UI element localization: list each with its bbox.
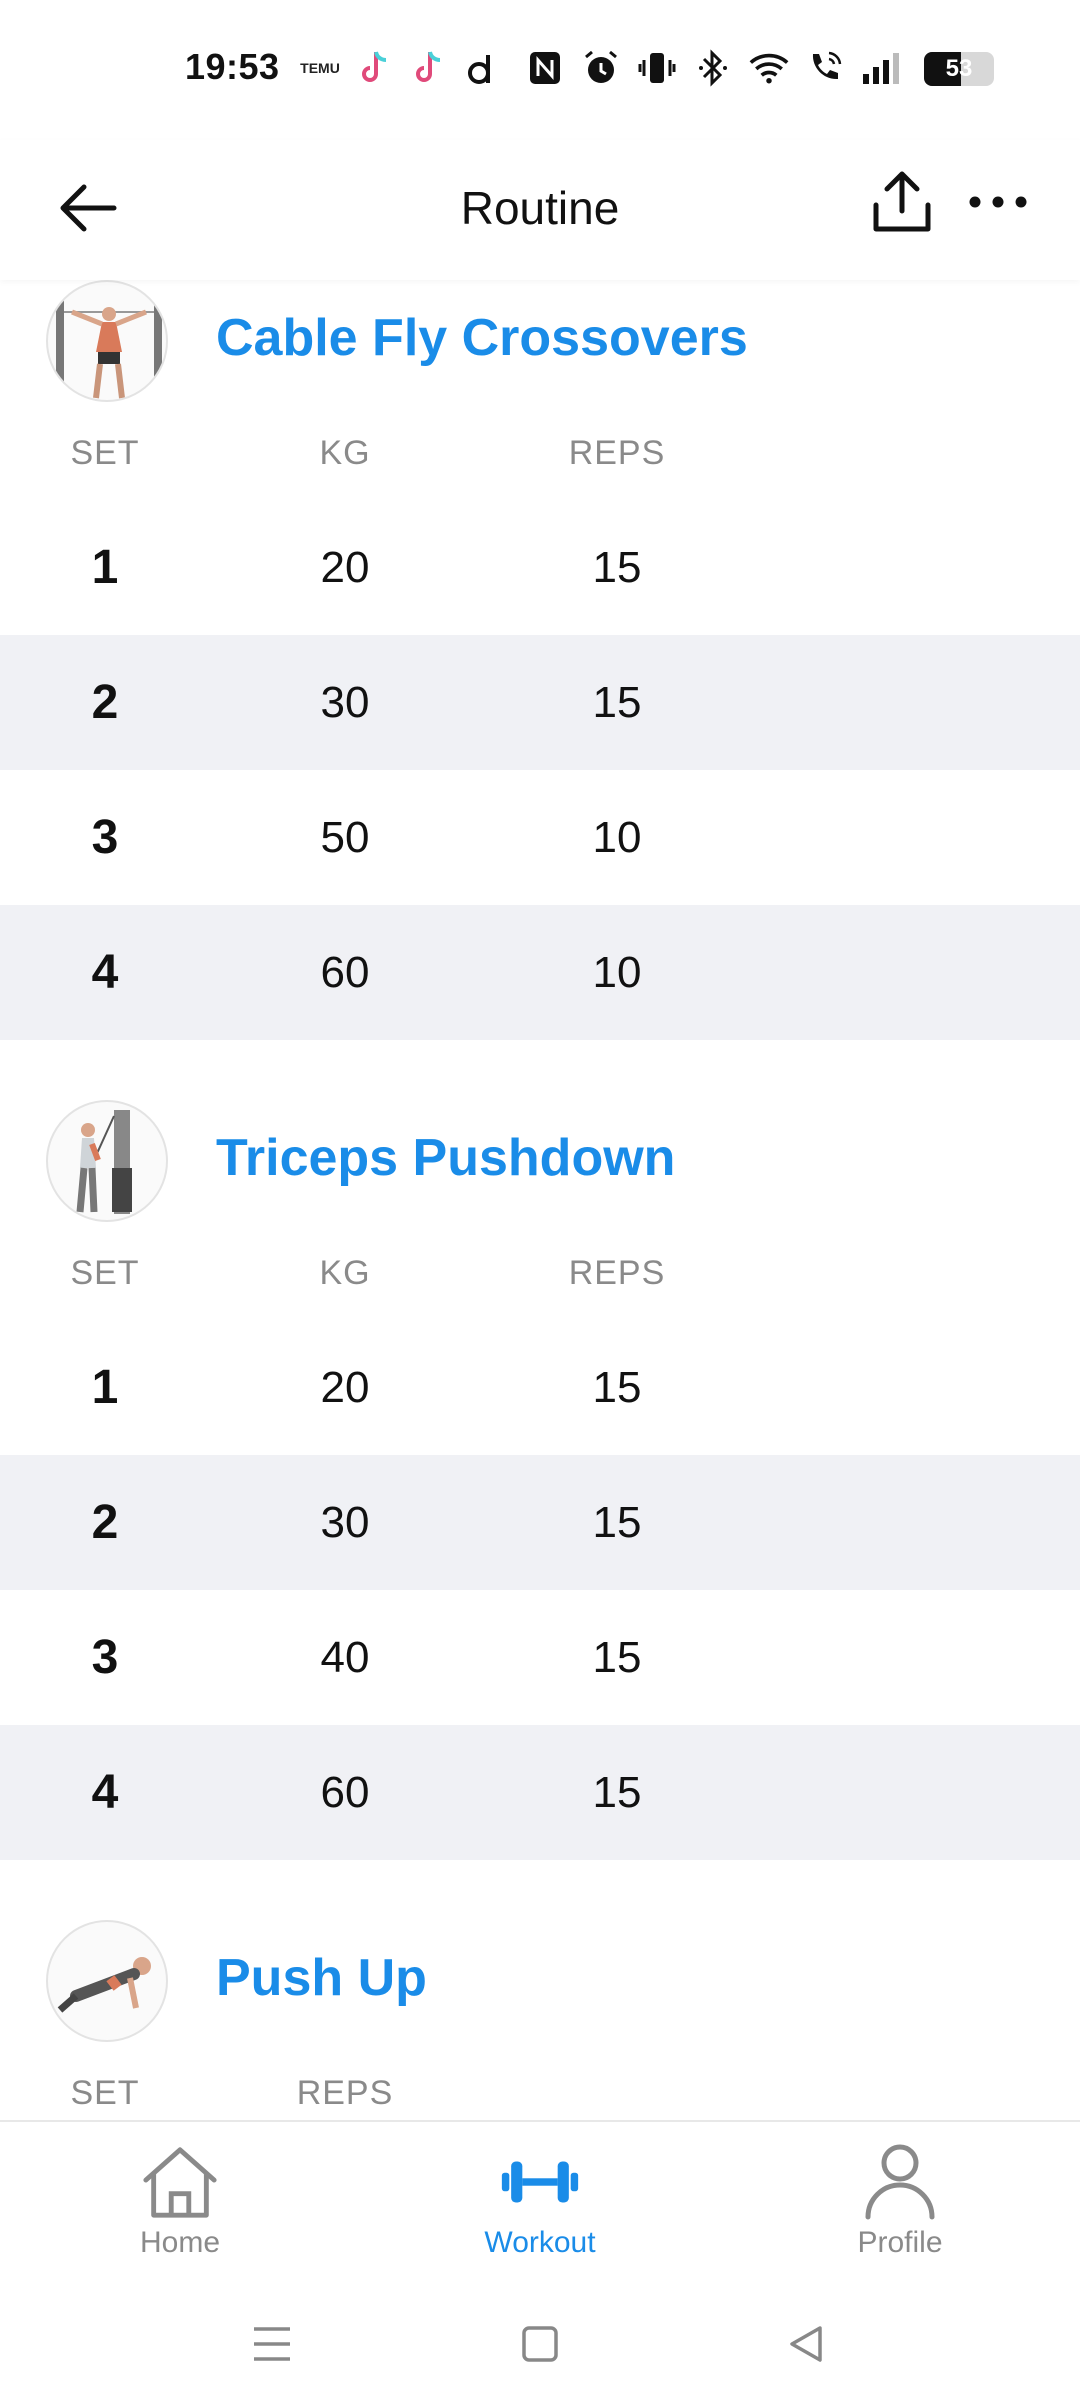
nav-item-home[interactable]: Home xyxy=(60,2136,300,2276)
exercise-card: Triceps Pushdown SET KG REPS 1 20 15 2 3… xyxy=(0,1100,1080,1860)
set-kg: 30 xyxy=(320,1498,370,1547)
system-navigation-bar xyxy=(0,2280,1080,2400)
column-header-reps: REPS xyxy=(568,434,666,472)
column-headers: SET KG REPS xyxy=(0,400,1080,500)
exercise-card: Push Up SET REPS xyxy=(0,1920,1080,2120)
routine-content[interactable]: Cable Fly Crossovers SET KG REPS 1 20 15… xyxy=(0,280,1080,2120)
triceps-pushdown-figure-icon xyxy=(76,1110,132,1214)
status-time: 19:53 xyxy=(185,46,280,87)
nav-item-profile[interactable]: Profile xyxy=(780,2136,1020,2276)
set-row[interactable]: 1 20 15 xyxy=(0,1320,1080,1455)
exercise-thumbnail[interactable] xyxy=(46,1920,168,2042)
set-row[interactable]: 2 30 15 xyxy=(0,635,1080,770)
triangle-back-icon xyxy=(790,2326,822,2362)
set-reps: 15 xyxy=(592,543,642,592)
battery-icon: 53 xyxy=(924,52,994,86)
exercise-header[interactable]: Triceps Pushdown xyxy=(0,1100,1080,1222)
home-icon xyxy=(140,2142,220,2222)
signal-icon xyxy=(861,48,901,88)
d-app-icon xyxy=(462,48,502,88)
exercise-header[interactable]: Push Up xyxy=(0,1920,1080,2042)
wifi-call-icon xyxy=(805,48,845,88)
set-row[interactable]: 1 20 15 xyxy=(0,500,1080,635)
nav-item-workout[interactable]: Workout xyxy=(420,2136,660,2276)
back-system-button[interactable] xyxy=(766,2304,846,2384)
column-header-set: SET xyxy=(70,2074,140,2112)
nav-label-home: Home xyxy=(139,2226,221,2259)
column-headers: SET KG REPS xyxy=(0,1220,1080,1320)
temu-label: TEMU xyxy=(300,60,340,76)
exercise-header[interactable]: Cable Fly Crossovers xyxy=(0,280,1080,402)
set-number: 4 xyxy=(91,1766,119,1819)
bluetooth-icon xyxy=(693,48,733,88)
exercise-card: Cable Fly Crossovers SET KG REPS 1 20 15… xyxy=(0,280,1080,1040)
set-kg: 30 xyxy=(320,678,370,727)
recent-apps-button[interactable] xyxy=(232,2304,312,2384)
vibrate-icon xyxy=(637,48,677,88)
notification-icons: TEMU xyxy=(300,46,502,90)
share-button[interactable] xyxy=(862,162,942,242)
set-reps: 10 xyxy=(592,948,642,997)
cable-fly-figure-icon xyxy=(56,296,162,399)
set-row[interactable]: 3 50 10 xyxy=(0,770,1080,905)
bottom-navigation: Home Workout Profile xyxy=(0,2120,1080,2280)
set-reps: 15 xyxy=(592,678,642,727)
set-number: 3 xyxy=(91,811,119,864)
set-reps: 15 xyxy=(592,1498,642,1547)
status-bar: 19:53 TEMU 53 xyxy=(0,0,1080,140)
set-reps: 15 xyxy=(592,1363,642,1412)
set-kg: 60 xyxy=(320,1768,370,1817)
column-header-reps: REPS xyxy=(296,2074,394,2112)
profile-icon xyxy=(860,2142,940,2222)
more-horizontal-icon xyxy=(969,196,1027,208)
set-row[interactable]: 2 30 15 xyxy=(0,1455,1080,1590)
set-number: 1 xyxy=(91,1361,119,1414)
exercise-title[interactable]: Triceps Pushdown xyxy=(216,1128,675,1188)
set-number: 2 xyxy=(91,1496,119,1549)
set-row[interactable]: 3 40 15 xyxy=(0,1590,1080,1725)
app-header: Routine xyxy=(0,140,1080,280)
set-kg: 50 xyxy=(320,813,370,862)
wifi-icon xyxy=(749,48,789,88)
push-up-figure-icon xyxy=(57,1957,151,2013)
exercise-thumbnail[interactable] xyxy=(46,280,168,402)
battery-level: 53 xyxy=(945,55,973,82)
set-row[interactable]: 4 60 10 xyxy=(0,905,1080,1040)
temu-icon: TEMU xyxy=(300,48,340,88)
column-header-kg: KG xyxy=(319,434,371,472)
nfc-icon xyxy=(525,48,565,88)
exercise-title[interactable]: Cable Fly Crossovers xyxy=(216,308,748,368)
nav-label-profile: Profile xyxy=(857,2226,943,2259)
set-row[interactable]: 4 60 15 xyxy=(0,1725,1080,1860)
set-kg: 40 xyxy=(320,1633,370,1682)
set-reps: 15 xyxy=(592,1633,642,1682)
home-system-button[interactable] xyxy=(500,2304,580,2384)
dumbbell-icon xyxy=(500,2142,580,2222)
alarm-icon xyxy=(581,48,621,88)
share-upload-icon xyxy=(873,171,931,232)
exercise-title[interactable]: Push Up xyxy=(216,1948,427,2008)
more-options-button[interactable] xyxy=(958,162,1038,242)
set-number: 2 xyxy=(91,676,119,729)
system-icons xyxy=(525,46,901,90)
column-headers: SET REPS xyxy=(0,2040,1080,2120)
exercise-thumbnail[interactable] xyxy=(46,1100,168,1222)
column-header-set: SET xyxy=(70,434,140,472)
set-number: 1 xyxy=(91,541,119,594)
set-number: 3 xyxy=(91,1631,119,1684)
column-header-reps: REPS xyxy=(568,1254,666,1292)
set-reps: 15 xyxy=(592,1768,642,1817)
tiktok-icon xyxy=(408,48,448,88)
tiktok-icon xyxy=(354,48,394,88)
nav-label-workout: Workout xyxy=(484,2226,596,2259)
square-icon xyxy=(522,2326,558,2362)
set-kg: 20 xyxy=(320,1363,370,1412)
set-number: 4 xyxy=(91,946,119,999)
column-header-kg: KG xyxy=(319,1254,371,1292)
column-header-set: SET xyxy=(70,1254,140,1292)
set-reps: 10 xyxy=(592,813,642,862)
set-kg: 20 xyxy=(320,543,370,592)
menu-lines-icon xyxy=(254,2327,290,2361)
set-kg: 60 xyxy=(320,948,370,997)
